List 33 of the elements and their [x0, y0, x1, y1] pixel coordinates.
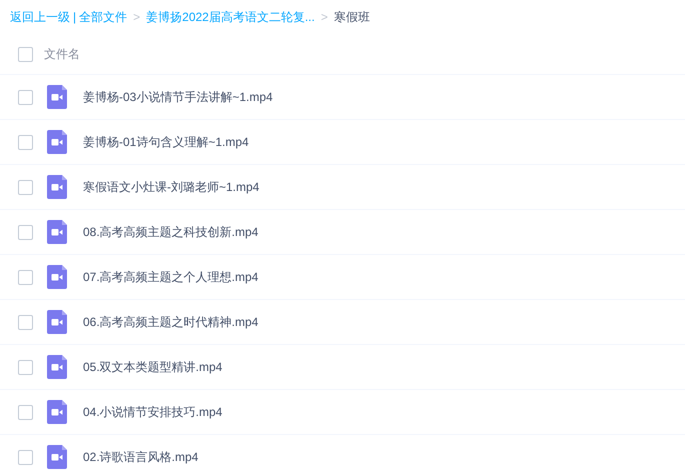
checkbox[interactable] — [18, 134, 33, 150]
file-name[interactable]: 06.高考高频主题之时代精神.mp4 — [83, 314, 258, 330]
file-name[interactable]: 寒假语文小灶课-刘璐老师~1.mp4 — [83, 178, 260, 196]
checkbox[interactable] — [18, 450, 33, 464]
video-file-icon — [47, 310, 67, 334]
current-folder: 寒假班 — [334, 8, 370, 26]
checkbox[interactable] — [18, 90, 33, 104]
file-name[interactable]: 04.小说情节安排技巧.mp4 — [83, 404, 222, 420]
video-file-icon — [47, 355, 67, 379]
file-name[interactable]: 05.双文本类题型精讲.mp4 — [83, 358, 222, 376]
video-file-icon — [47, 85, 67, 109]
column-header: 文件名 — [44, 46, 80, 62]
checkbox[interactable] — [18, 404, 33, 420]
checkbox[interactable] — [18, 270, 33, 284]
file-name[interactable]: 02.诗歌语言风格.mp4 — [83, 448, 198, 466]
checkbox[interactable] — [18, 360, 33, 374]
video-file-icon — [47, 175, 67, 199]
video-file-icon — [47, 265, 67, 289]
file-name[interactable]: 08.高考高频主题之科技创新.mp4 — [83, 224, 258, 240]
checkbox[interactable] — [18, 224, 33, 240]
video-file-icon — [47, 400, 67, 424]
separator: | — [73, 10, 76, 24]
video-file-icon — [47, 220, 67, 244]
video-file-icon — [47, 445, 67, 469]
file-name[interactable]: 姜博杨-03小说情节手法讲解~1.mp4 — [83, 88, 273, 106]
checkbox[interactable] — [18, 314, 33, 330]
file-name[interactable]: 07.高考高频主题之个人理想.mp4 — [83, 268, 258, 286]
checkbox[interactable] — [18, 46, 33, 62]
video-file-icon — [47, 130, 67, 154]
chevron: > — [320, 10, 328, 24]
checkbox[interactable] — [18, 180, 33, 194]
chevron: > — [133, 10, 140, 24]
file-name[interactable]: 姜博杨-01诗句含义理解~1.mp4 — [83, 134, 249, 150]
